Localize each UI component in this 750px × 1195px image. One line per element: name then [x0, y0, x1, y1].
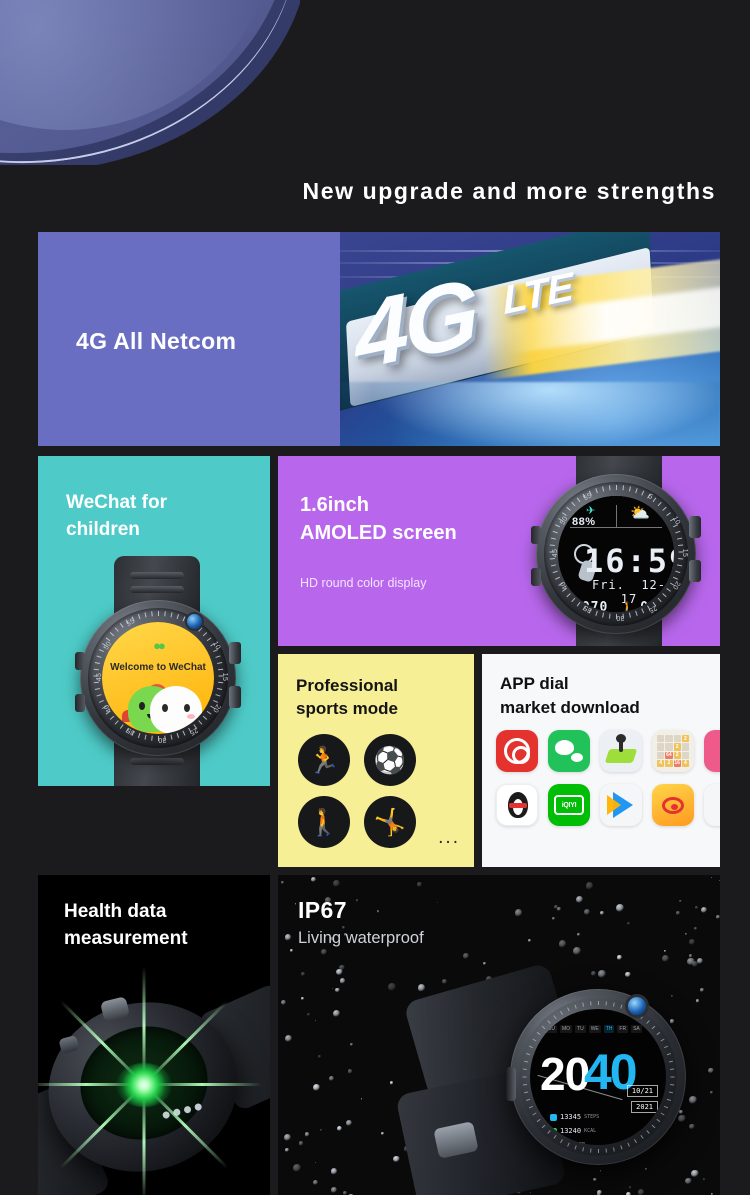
app-icon-grid: 2 2 64 2 4 2 16 4 iQIYI [496, 730, 720, 826]
sports-more-ellipsis: ... [438, 827, 460, 848]
flame-icon [550, 1127, 557, 1135]
heart-rate-sensor-light [116, 1063, 172, 1107]
running-icon[interactable]: 🏃 [298, 734, 350, 786]
banner-title: 4G All Netcom [76, 328, 237, 354]
watch-steps-row: 13345 STEPS [550, 1113, 599, 1121]
blue-app-icon[interactable] [704, 784, 720, 826]
yoga-icon[interactable]: 🤸 [364, 796, 416, 848]
health-card-title: Health data measurement [64, 901, 188, 949]
watch-weekday-row: SU MO TU WE TH FR SA [546, 1025, 642, 1033]
watch-hours: 20 [540, 1048, 590, 1100]
wechat-card-title: WeChat for children [66, 492, 167, 540]
tencent-video-app-icon[interactable] [600, 784, 642, 826]
watch-calories-row: 13240 KCAL [550, 1127, 596, 1135]
iqiyi-app-icon[interactable]: iQIYI [548, 784, 590, 826]
watch-date-top: 10/21 [626, 1085, 658, 1097]
walking-icon[interactable]: 🚶 [298, 796, 350, 848]
banner-4g-artwork: 4G LTE [340, 232, 720, 446]
card-wechat-for-children: WeChat forchildren 510152025303540455055 [38, 456, 270, 786]
ip67-watch-photo: SU MO TU WE TH FR SA 20 40 10/21 2021 13345 ST… [388, 929, 688, 1195]
health-watch-back-photo [38, 966, 270, 1195]
watch-date-bottom: 2021 [631, 1101, 658, 1113]
wechat-app-icon[interactable] [548, 730, 590, 772]
banner-4g-all-netcom: 4G LTE 4G All Netcom [38, 232, 720, 446]
wechat-watch-photo: 510152025303540455055 ●● Welcome to WeCh… [52, 556, 266, 786]
top-left-product-edge-decoration [0, 0, 300, 165]
card-professional-sports-mode: Professional sports mode 🏃 ⚽ 🚶 🤸 ... [278, 654, 474, 867]
steps-icon: 🚶 [620, 600, 637, 613]
amoled-card-title: 1.6inch AMOLED screen [300, 494, 457, 544]
steps-icon [550, 1113, 557, 1121]
pink-app-icon[interactable] [704, 730, 720, 772]
amoled-card-subtitle: HD round color display [300, 576, 427, 590]
sports-card-title: Professional sports mode [296, 676, 399, 719]
product-detail-page: New upgrade and more strengths 4G LTE 4G… [0, 0, 750, 1195]
watch-steps: 00000 [640, 600, 674, 612]
ip67-title: IP67 [298, 897, 347, 923]
heart-icon [550, 1141, 557, 1145]
game-app-icon[interactable] [600, 730, 642, 772]
wechat-bubbles-icon: ●● [153, 638, 166, 653]
feature-grid: 4G LTE 4G All Netcom WeChat forchildren [38, 232, 720, 1195]
wechat-screen-text: Welcome to WeChat [110, 662, 206, 673]
qq-app-icon[interactable] [496, 784, 538, 826]
card-amoled-screen: 1.6inch AMOLED screen HD round color disp… [278, 456, 720, 646]
sports-icon-grid: 🏃 ⚽ 🚶 🤸 [298, 734, 416, 848]
weibo-app-icon[interactable] [652, 784, 694, 826]
soccer-icon[interactable]: ⚽ [364, 734, 416, 786]
appdial-card-title: APP dial market download [500, 674, 640, 717]
watch-heart-rate: 070 [581, 600, 609, 612]
watch-heart-row: 113 BPM [550, 1141, 585, 1145]
page-headline: New upgrade and more strengths [302, 178, 716, 204]
amoled-watch-photo: 510152025303540455055 ✈ 88% ⛅ [510, 456, 720, 646]
card-health-data-measurement: Health data measurement [38, 875, 270, 1195]
game-2048-app-icon[interactable]: 2 2 64 2 4 2 16 4 [652, 730, 694, 772]
card-ip67-waterproof: IP67 Living waterproof SU MO TU WE TH FR SA [278, 875, 720, 1195]
watch-time: 16:59 [584, 542, 674, 580]
card-app-dial-market: APP dial market download 2 2 64 2 4 2 16 4 iQIYI [482, 654, 720, 867]
heart-icon: ♥ [569, 600, 578, 613]
ip67-subtitle: Living waterproof [298, 929, 424, 947]
weather-cloud-sun-icon: ⛅ [630, 505, 650, 522]
netease-music-app-icon[interactable] [496, 730, 538, 772]
